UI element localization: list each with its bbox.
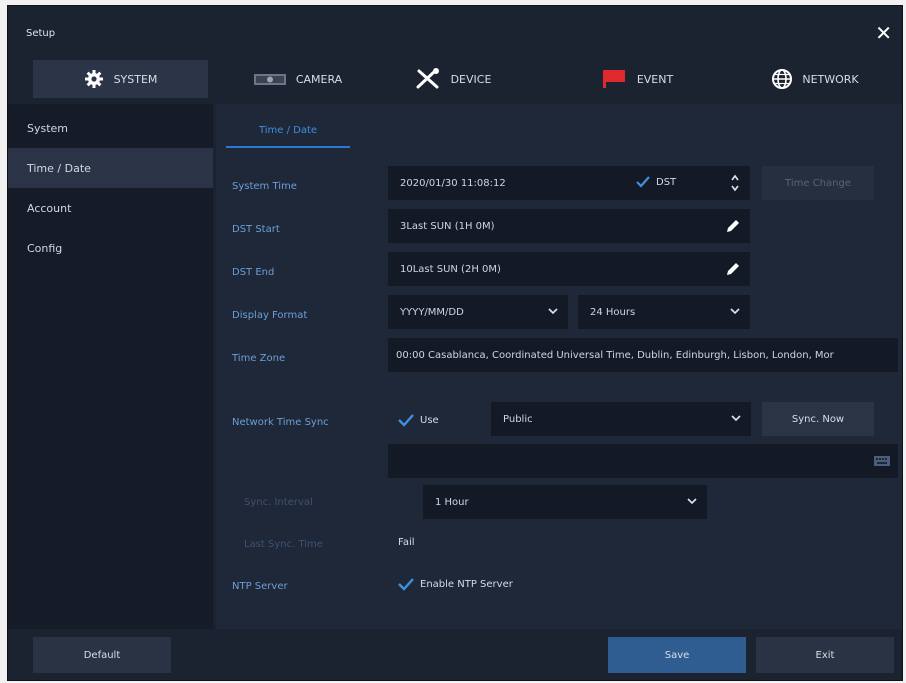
use-label: Use xyxy=(420,415,439,426)
tab-label: CAMERA xyxy=(295,72,343,86)
server-type-select[interactable]: Public xyxy=(491,402,751,436)
sidebar-item-config[interactable]: Config xyxy=(8,228,213,268)
exit-button[interactable]: Exit xyxy=(756,637,894,673)
hour-format-value: 24 Hours xyxy=(590,306,636,318)
sync-interval-value: 1 Hour xyxy=(435,496,469,508)
dst-start-value: 3Last SUN (1H 0M) xyxy=(400,220,495,232)
tab-label: NETWORK xyxy=(802,72,859,86)
dst-end-value: 10Last SUN (2H 0M) xyxy=(400,263,501,275)
sidebar-item-time-date[interactable]: Time / Date xyxy=(8,148,213,188)
tab-time-date[interactable]: Time / Date xyxy=(226,114,350,148)
dst-start-field[interactable]: 3Last SUN (1H 0M) xyxy=(388,209,750,243)
globe-icon xyxy=(772,69,793,89)
edit-icon[interactable] xyxy=(726,219,740,236)
time-zone-select[interactable]: 00:00 Casablanca, Coordinated Universal … xyxy=(388,338,898,372)
date-format-select[interactable]: YYYY/MM/DD xyxy=(388,295,568,329)
sync-now-button[interactable]: Sync. Now xyxy=(762,402,874,436)
date-format-value: YYYY/MM/DD xyxy=(400,306,464,318)
checkmark-icon xyxy=(398,578,414,591)
sidebar-item-label: Time / Date xyxy=(27,161,91,175)
ntp-server-label: NTP Server xyxy=(232,581,288,592)
sidebar-item-account[interactable]: Account xyxy=(8,188,213,228)
system-time-field[interactable]: 2020/01/30 11:08:12 DST xyxy=(388,166,750,200)
tab-label: SYSTEM xyxy=(113,72,158,86)
tab-event[interactable]: EVENT xyxy=(573,60,703,98)
tab-device[interactable]: DEVICE xyxy=(388,60,518,98)
last-sync-time-value: Fail xyxy=(398,537,415,548)
flag-icon xyxy=(602,70,627,88)
dst-checkbox[interactable]: DST xyxy=(636,176,676,188)
time-date-panel: Time / Date System Time 2020/01/30 11:08… xyxy=(216,104,902,629)
chevron-down-icon xyxy=(548,307,558,318)
dst-end-field[interactable]: 10Last SUN (2H 0M) xyxy=(388,252,750,286)
chevron-down-icon xyxy=(731,414,741,425)
time-change-button[interactable]: Time Change xyxy=(762,166,874,200)
sidebar-item-label: System xyxy=(27,121,69,135)
sidebar-item-system[interactable]: System xyxy=(8,108,213,148)
tab-label: DEVICE xyxy=(450,72,492,86)
default-button[interactable]: Default xyxy=(33,637,171,673)
sidebar-item-label: Account xyxy=(27,201,72,215)
system-time-label: System Time xyxy=(232,181,297,192)
dst-label: DST xyxy=(656,176,677,188)
tab-system[interactable]: SYSTEM xyxy=(33,60,208,98)
system-time-value: 2020/01/30 11:08:12 xyxy=(400,177,506,189)
sync-interval-select[interactable]: 1 Hour xyxy=(423,485,707,519)
keyboard-icon[interactable] xyxy=(874,456,890,469)
sync-interval-label: Sync. Interval xyxy=(244,497,313,508)
edit-icon[interactable] xyxy=(726,262,740,279)
title-bar: Setup ✕ xyxy=(8,6,902,56)
checkmark-icon xyxy=(398,414,414,427)
footer-bar: Default Save Exit xyxy=(8,631,902,680)
use-checkbox[interactable]: Use xyxy=(398,414,439,427)
sidebar-item-label: Config xyxy=(27,241,63,255)
enable-ntp-server-label: Enable NTP Server xyxy=(420,579,513,590)
window-title: Setup xyxy=(26,28,56,39)
time-zone-value: 00:00 Casablanca, Coordinated Universal … xyxy=(396,349,834,361)
setup-window: Setup ✕ SYSTEM CAMERA DEVICE EVENT NETWO… xyxy=(7,5,903,681)
display-format-label: Display Format xyxy=(232,310,308,321)
server-type-value: Public xyxy=(503,413,533,425)
top-tab-bar: SYSTEM CAMERA DEVICE EVENT NETWORK xyxy=(8,56,902,102)
tools-icon xyxy=(415,68,441,90)
network-time-sync-label: Network Time Sync xyxy=(232,417,329,428)
tab-network[interactable]: NETWORK xyxy=(743,60,888,98)
camera-icon xyxy=(253,72,286,86)
spinner-icon[interactable] xyxy=(730,172,740,197)
dst-end-label: DST End xyxy=(232,267,275,278)
chevron-down-icon xyxy=(730,307,740,318)
save-button[interactable]: Save xyxy=(608,637,746,673)
chevron-down-icon xyxy=(687,497,697,508)
last-sync-time-label: Last Sync. Time xyxy=(244,539,323,550)
hour-format-select[interactable]: 24 Hours xyxy=(578,295,750,329)
enable-ntp-server-checkbox[interactable]: Enable NTP Server xyxy=(398,578,513,591)
checkmark-icon xyxy=(636,176,650,188)
tab-label: EVENT xyxy=(636,72,674,86)
server-address-input[interactable] xyxy=(388,444,898,478)
tab-camera[interactable]: CAMERA xyxy=(228,60,368,98)
close-icon[interactable]: ✕ xyxy=(875,23,892,43)
dst-start-label: DST Start xyxy=(232,224,280,235)
time-zone-label: Time Zone xyxy=(232,353,286,364)
gear-icon xyxy=(84,69,104,89)
sidebar: System Time / Date Account Config xyxy=(8,104,213,629)
